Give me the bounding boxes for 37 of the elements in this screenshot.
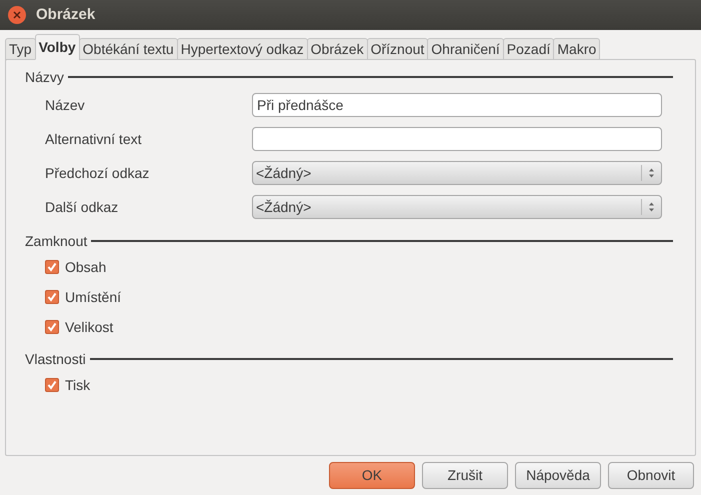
checkbox-label: Tisk	[65, 376, 90, 394]
window-title: Obrázek	[36, 4, 96, 25]
section-heading: Vlastnosti	[25, 350, 86, 368]
dialog-button[interactable]: Obnovit	[608, 462, 694, 489]
tab[interactable]: Oříznout	[366, 38, 428, 60]
checkbox-label: Umístění	[65, 288, 122, 306]
tab[interactable]: Hypertextový odkaz	[176, 38, 308, 60]
field-label: Název	[45, 96, 86, 114]
dialog-button[interactable]: Nápověda	[515, 462, 601, 489]
dropdown[interactable]: <Žádný>	[252, 195, 662, 219]
tab[interactable]: Typ	[5, 38, 36, 60]
spinner-arrows-icon	[648, 167, 655, 179]
tab[interactable]: Pozadí	[502, 38, 554, 60]
dialog-button[interactable]: OK	[329, 462, 415, 489]
checkbox[interactable]	[45, 260, 59, 274]
tab[interactable]: Makro	[553, 38, 600, 60]
section-heading: Zamknout	[25, 232, 88, 250]
field-label: Alternativní text	[45, 130, 142, 148]
dropdown[interactable]: <Žádný>	[252, 161, 662, 185]
section-heading: Názvy	[25, 68, 64, 87]
tab[interactable]: Volby	[34, 34, 80, 60]
checkbox-label: Obsah	[65, 258, 106, 276]
checkbox[interactable]	[45, 378, 59, 392]
text-field[interactable]	[252, 127, 662, 151]
checkbox[interactable]	[45, 290, 59, 304]
dialog-button[interactable]: Zrušit	[422, 462, 508, 489]
field-label: Předchozí odkaz	[45, 164, 150, 182]
checkbox-label: Velikost	[65, 318, 114, 336]
checkbox[interactable]	[45, 320, 59, 334]
close-button[interactable]	[8, 6, 26, 24]
close-icon	[13, 11, 21, 19]
tab[interactable]: Ohraničení	[427, 38, 504, 60]
text-field[interactable]: Při přednášce	[252, 93, 662, 117]
tab[interactable]: Obtékání textu	[78, 38, 178, 60]
field-label: Další odkaz	[45, 198, 120, 216]
spinner-arrows-icon	[648, 201, 655, 213]
tab[interactable]: Obrázek	[306, 38, 368, 60]
